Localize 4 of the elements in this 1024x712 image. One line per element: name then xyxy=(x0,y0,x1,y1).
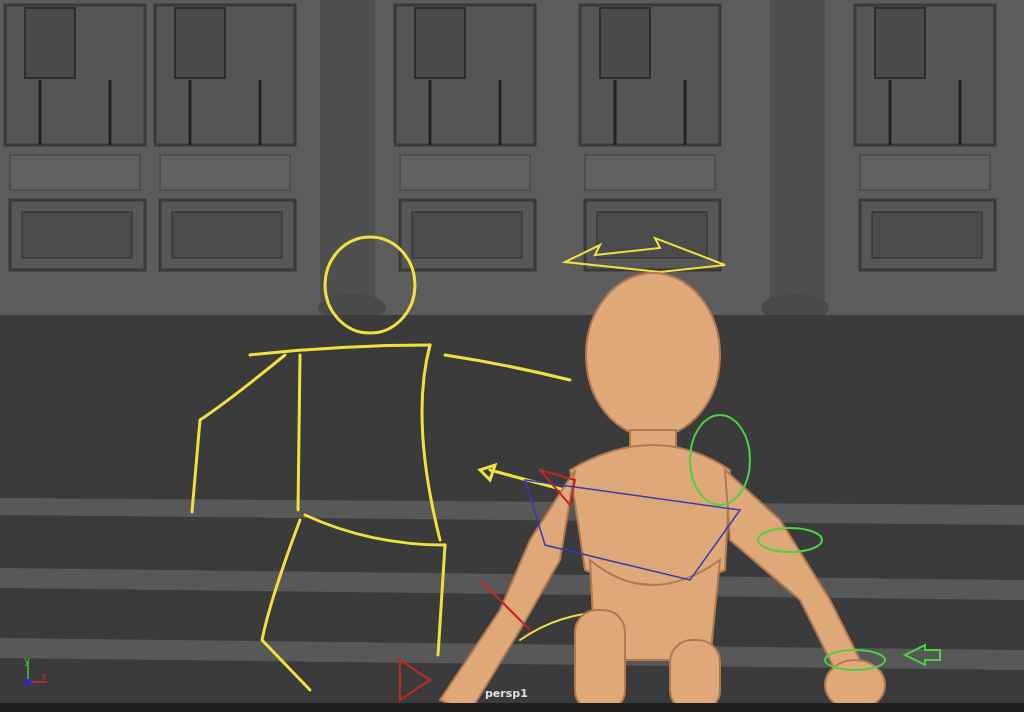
y-axis-label: y xyxy=(24,656,31,666)
camera-label: persp1 xyxy=(485,688,528,699)
x-axis-label: x xyxy=(41,672,48,682)
viewport[interactable]: y x persp1 xyxy=(0,0,1024,712)
